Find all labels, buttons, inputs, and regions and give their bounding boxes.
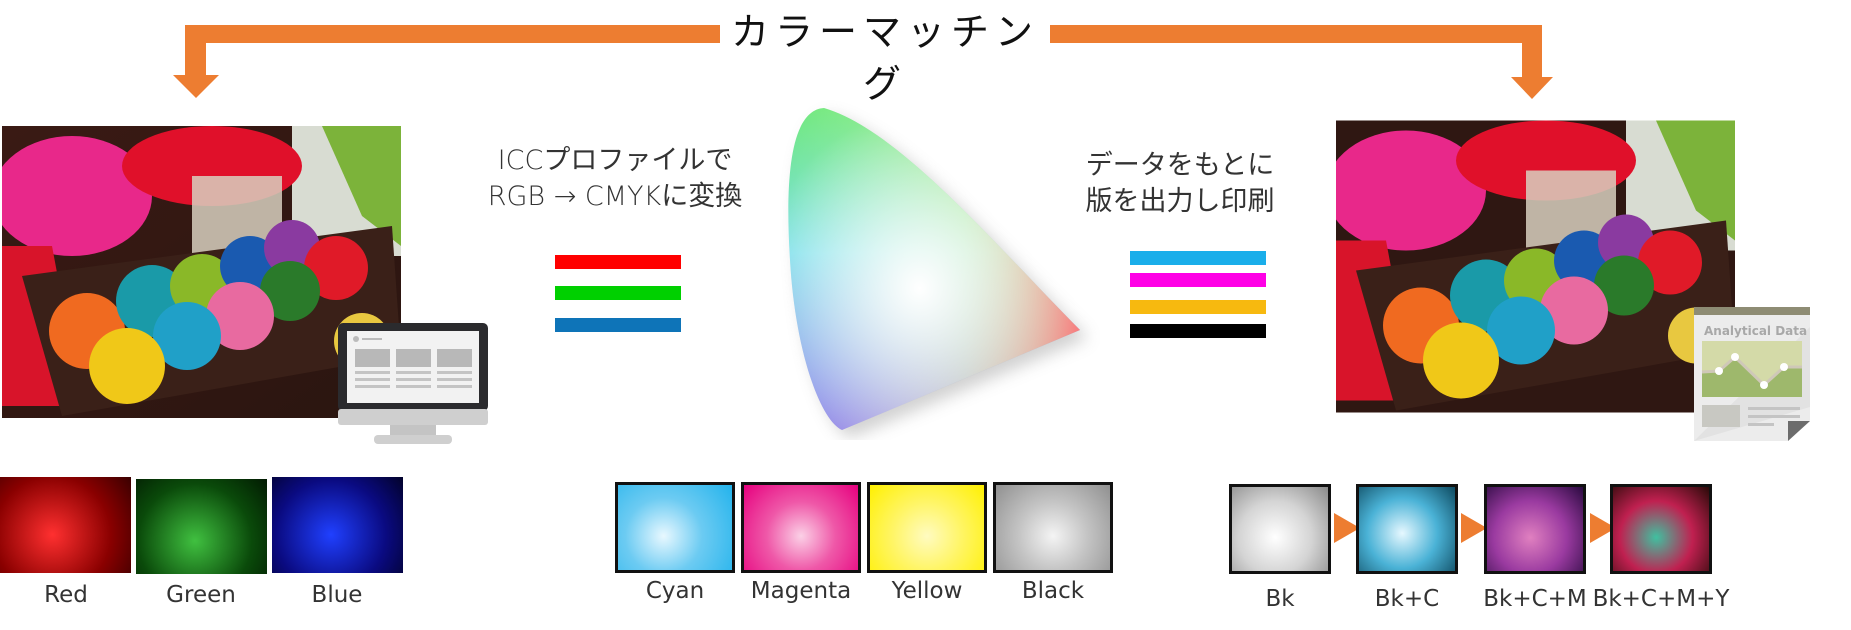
print-step-label-bk-c-m-y: Bk+C+M+Y	[1592, 586, 1730, 612]
cmyk-bar-cyan	[1130, 251, 1266, 265]
left-arrow-head	[173, 75, 219, 98]
channel-label-red: Red	[44, 582, 88, 608]
print-step-label-bk-c: Bk+C	[1374, 586, 1440, 612]
diagram-title: カラーマッチング	[720, 6, 1050, 106]
print-step-thumb-bk-c	[1356, 484, 1458, 574]
separation-thumb-yellow	[867, 482, 987, 573]
print-caption-line-2: 版を出力し印刷	[1085, 186, 1275, 217]
channel-label-green: Green	[166, 582, 236, 608]
print-step-label-bk: Bk	[1265, 586, 1295, 612]
cmyk-bar-magenta	[1130, 273, 1266, 287]
rgb-bar-green	[555, 286, 681, 300]
right-arrow-head	[1511, 77, 1553, 99]
color-gamut-diagram	[780, 100, 1100, 440]
print-step-label-bk-c-m: Bk+C+M	[1483, 586, 1587, 612]
separation-label-black: Black	[1021, 578, 1085, 604]
print-step-thumb-bk-c-m	[1484, 484, 1586, 574]
analytical-data-document-icon: Analytical Data	[1694, 307, 1810, 441]
print-step-thumb-bk	[1229, 484, 1331, 574]
print-step-thumb-bk-c-m-y	[1610, 484, 1712, 574]
cmyk-bar-black	[1130, 324, 1266, 338]
rgb-bar-blue	[555, 318, 681, 332]
separation-thumb-magenta	[741, 482, 861, 573]
left-arrow-shaft	[185, 25, 206, 77]
print-caption-line-1: データをもとに	[1085, 150, 1275, 181]
analytical-data-label: Analytical Data	[1704, 324, 1807, 338]
separation-label-cyan: Cyan	[645, 578, 705, 604]
separation-label-magenta: Magenta	[750, 578, 852, 604]
monitor-icon	[338, 323, 488, 449]
separation-thumb-black	[993, 482, 1113, 573]
channel-thumb-blue	[272, 477, 403, 573]
conversion-caption-line-2: RGB → CMYKに変換	[487, 181, 743, 212]
channel-thumb-green	[136, 479, 267, 574]
cmyk-bar-yellow	[1130, 300, 1266, 314]
conversion-caption-line-1: ICCプロファイルで	[497, 145, 733, 176]
conversion-caption: ICCプロファイルで RGB → CMYKに変換	[450, 143, 780, 215]
separation-label-yellow: Yellow	[891, 578, 963, 604]
rgb-bar-red	[555, 255, 681, 269]
print-caption: データをもとに 版を出力し印刷	[1060, 148, 1300, 220]
printed-photo	[1336, 120, 1735, 413]
right-arrow-shaft	[1522, 25, 1542, 77]
channel-label-blue: Blue	[311, 582, 363, 608]
channel-thumb-red	[0, 477, 131, 573]
separation-thumb-cyan	[615, 482, 735, 573]
